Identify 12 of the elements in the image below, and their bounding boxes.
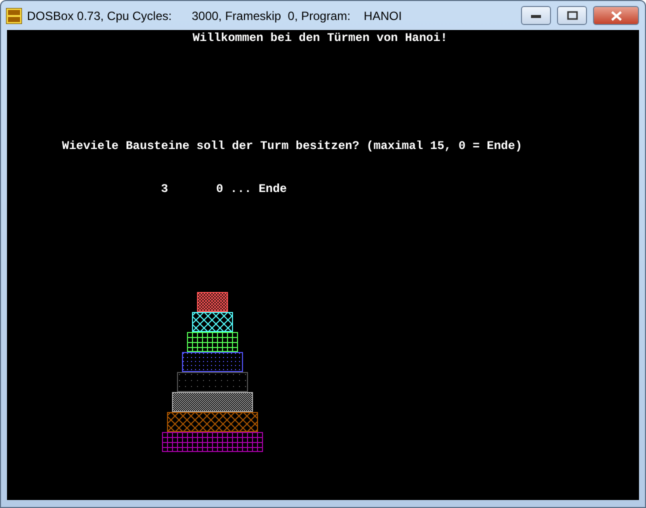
maximize-button[interactable]: [557, 6, 587, 25]
app-logo-icon: [6, 8, 22, 24]
close-button[interactable]: [593, 6, 639, 25]
window-title: DOSBox 0.73, Cpu Cycles: 3000, Frameskip 0, Program: HANOI: [27, 8, 403, 22]
minimize-icon: [531, 14, 541, 18]
hint-text: 0 ... Ende: [216, 182, 287, 196]
close-icon: [610, 10, 622, 20]
maximize-icon: [566, 11, 578, 20]
minimize-button[interactable]: [521, 6, 551, 25]
answer-value: 3: [161, 182, 168, 196]
prompt-text: Wieviele Bausteine soll der Turm besitzen? (maximal 15, 0 = Ende): [62, 139, 524, 153]
screen-heading: Willkommen bei den Türmen von Hanoi!: [192, 31, 448, 45]
